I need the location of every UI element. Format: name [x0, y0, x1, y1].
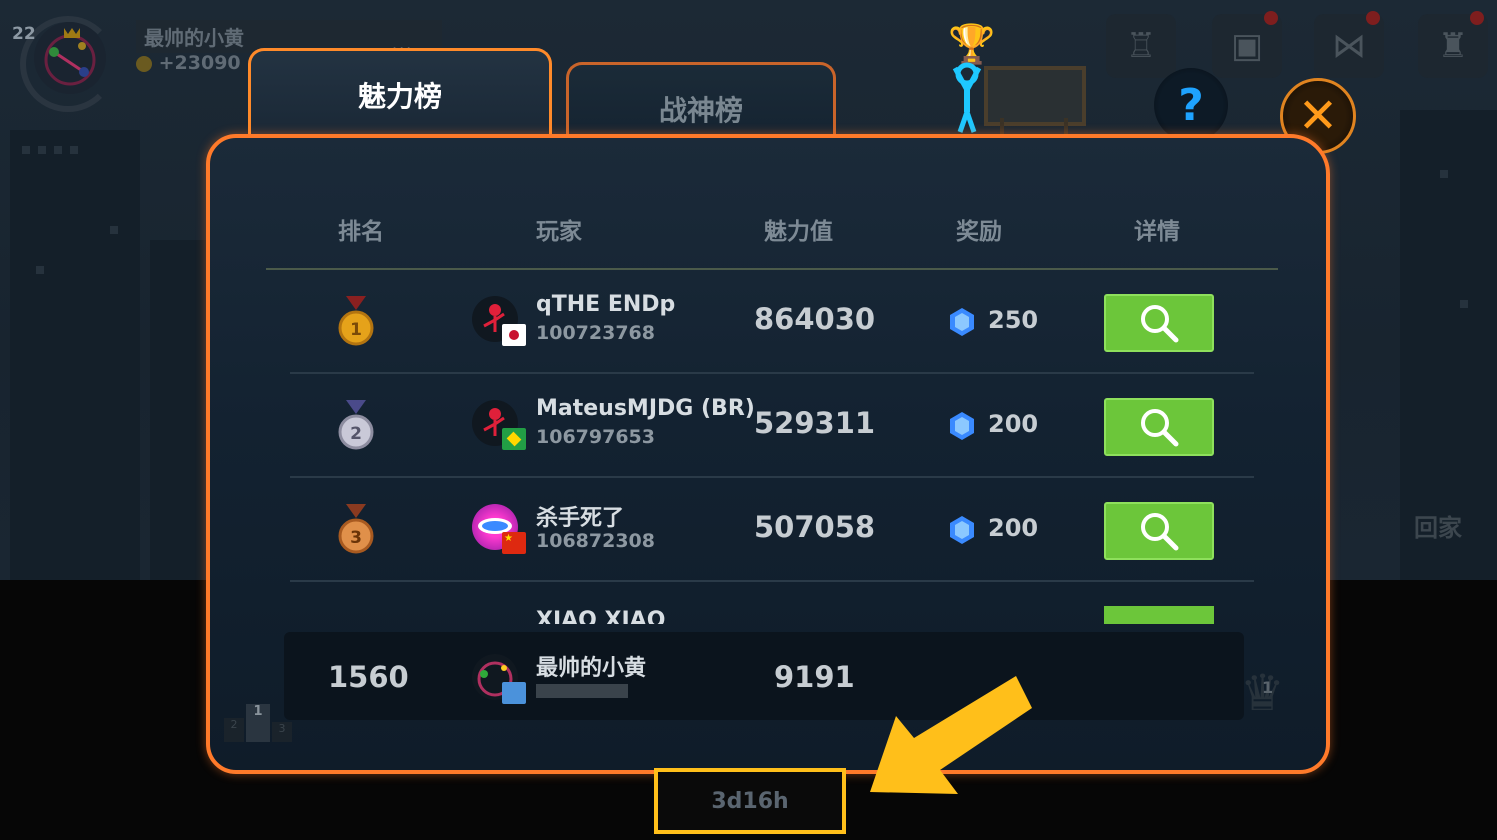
- gift-icon[interactable]: ▣: [1212, 11, 1282, 78]
- my-name: 最帅的小黄: [536, 656, 647, 681]
- avatar-constellation-icon: [44, 28, 96, 86]
- flag-china-icon: ★: [502, 532, 526, 554]
- detail-button[interactable]: [1104, 606, 1214, 624]
- diamond-icon: [950, 516, 974, 544]
- search-icon: [1141, 513, 1179, 551]
- player-id: 106797653: [536, 426, 655, 448]
- hat-icon[interactable]: ♜: [1418, 11, 1488, 78]
- my-ranking-row: 1560 最帅的小黄 9191: [284, 632, 1244, 720]
- medal-number: 3: [350, 528, 362, 548]
- search-icon: [1141, 305, 1179, 343]
- stick-figure-icon: [952, 62, 982, 133]
- my-rank: 1560: [328, 660, 409, 694]
- trophy-outline-icon: ♛ 1: [1240, 664, 1285, 722]
- reward-amount: 200: [988, 514, 1039, 542]
- player-coins: +23090: [136, 52, 241, 74]
- arrow-pointer-icon: [870, 676, 1032, 794]
- charm-score: 529311: [754, 406, 876, 440]
- player-level: 22: [12, 24, 36, 44]
- header-charm: 魅力值: [764, 219, 833, 245]
- medal-number: 2: [350, 424, 362, 444]
- flag-brazil-icon: [502, 428, 526, 450]
- help-button[interactable]: ?: [1154, 68, 1228, 142]
- detail-button[interactable]: [1104, 294, 1214, 352]
- notification-dot: [1366, 11, 1380, 25]
- reward-amount: 250: [988, 306, 1039, 334]
- flag-un-icon: [502, 682, 526, 704]
- table-row-partial: XIAO XIAO: [290, 604, 1254, 624]
- detail-button[interactable]: [1104, 398, 1214, 456]
- table-row: 1 qTHE ENDp 100723768 864030 250: [290, 270, 1254, 374]
- diamond-icon: [950, 308, 974, 336]
- header-detail: 详情: [1134, 219, 1180, 245]
- player-name: qTHE ENDp: [536, 292, 676, 317]
- bronze-medal-icon: 3: [338, 504, 374, 554]
- charm-score: 507058: [754, 510, 876, 544]
- header-player: 玩家: [536, 219, 582, 245]
- home-label[interactable]: 回家: [1414, 508, 1462, 543]
- search-icon: [1141, 409, 1179, 447]
- header-rank: 排名: [338, 219, 384, 245]
- player-name: 杀手死了: [536, 506, 625, 531]
- tab-charm-ranking[interactable]: 魅力榜: [248, 48, 552, 138]
- my-id-blurred: [536, 684, 628, 698]
- coins-value: +23090: [158, 52, 241, 74]
- detail-button[interactable]: [1104, 502, 1214, 560]
- notification-dot: [1264, 11, 1278, 25]
- trophy-icon: 🏆: [948, 22, 996, 66]
- dance-icon[interactable]: ♖: [1106, 14, 1176, 78]
- bow-icon[interactable]: ⋈: [1314, 11, 1384, 78]
- notification-dot: [1470, 11, 1484, 25]
- podium-icon: 2 1 3: [224, 704, 294, 742]
- reward-amount: 200: [988, 410, 1039, 438]
- player-id: 106872308: [536, 530, 655, 552]
- countdown-timer: 3d16h: [654, 768, 846, 834]
- my-charm-score: 9191: [774, 660, 855, 694]
- flag-japan-icon: [502, 324, 526, 346]
- diamond-icon: [950, 412, 974, 440]
- player-avatar[interactable]: [34, 22, 106, 94]
- charm-score: 864030: [754, 302, 876, 336]
- leaderboard-panel: 排名 玩家 魅力值 奖励 详情 1 qTHE ENDp 100723768 86…: [206, 134, 1330, 774]
- chalkboard-decoration: [984, 66, 1086, 126]
- player-id: 100723768: [536, 322, 655, 344]
- coin-icon: [136, 55, 152, 72]
- player-name: XIAO XIAO: [536, 608, 666, 624]
- table-row: 2 MateusMJDG (BR) 106797653 529311 200: [290, 374, 1254, 478]
- silver-medal-icon: 2: [338, 400, 374, 450]
- header-reward: 奖励: [956, 219, 1002, 245]
- medal-number: 1: [350, 320, 362, 340]
- table-row: 3 ★ 杀手死了 106872308 507058 200: [290, 478, 1254, 582]
- player-name: MateusMJDG (BR): [536, 396, 755, 421]
- gold-medal-icon: 1: [338, 296, 374, 346]
